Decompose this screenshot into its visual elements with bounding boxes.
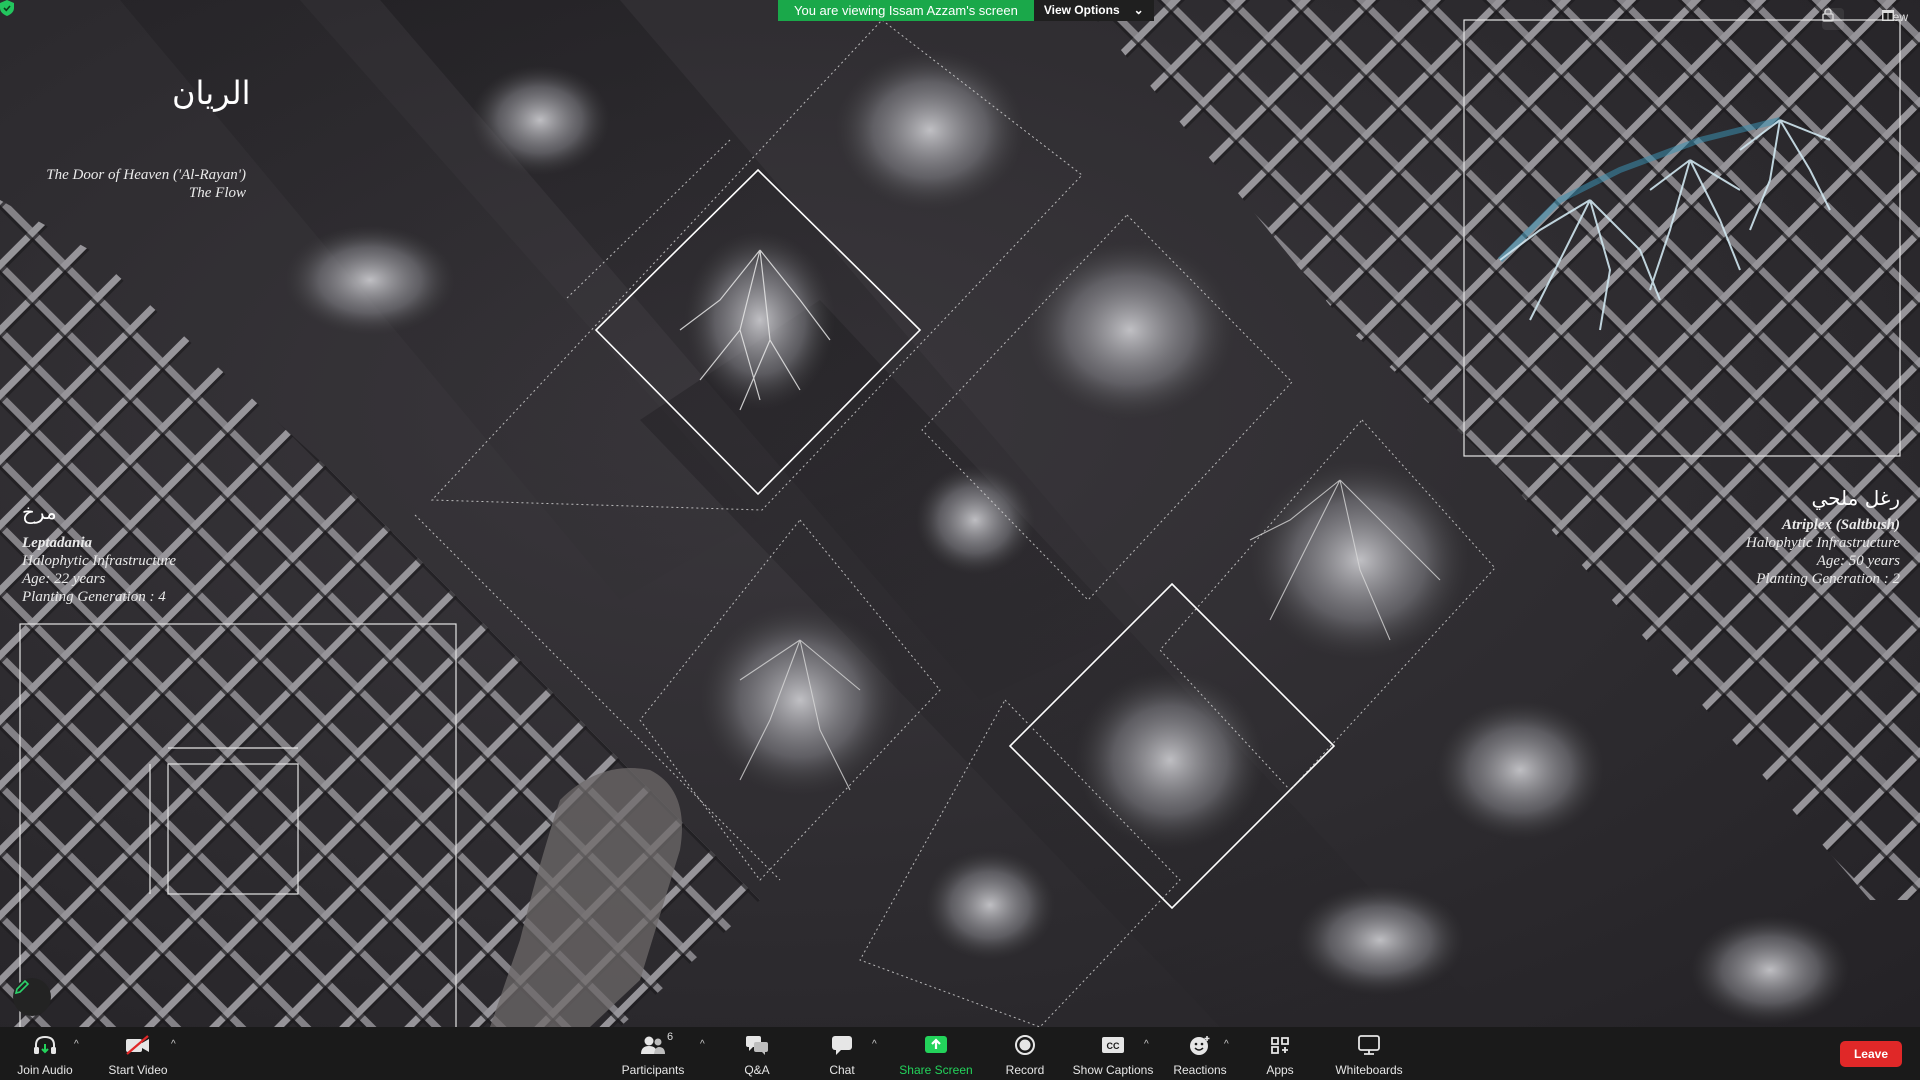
right-plant-name-arabic: رغل ملحي [1811,486,1900,510]
right-plant-age: Age: 50 years [1816,553,1900,569]
participants-count: 6 [667,1031,674,1043]
reactions-options-caret[interactable]: ^ [1224,1039,1229,1050]
share-banner: You are viewing Issam Azzam's screen Vie… [778,0,1154,21]
left-plant-name: Leptadania [22,535,92,551]
whiteboards-button[interactable]: Whiteboards [1324,1033,1414,1077]
apps-label: Apps [1266,1063,1294,1077]
share-screen-button[interactable]: Share Screen [891,1033,981,1077]
start-video-label: Start Video [108,1063,168,1077]
participants-options-caret[interactable]: ^ [700,1039,705,1050]
left-plant-type: Halophytic Infrastructure [22,553,177,569]
chat-icon [832,1036,852,1055]
participants-icon [641,1036,665,1054]
chat-label: Chat [829,1063,855,1077]
subtitle-line-1: The Door of Heaven ('Al-Rayan') [46,167,246,183]
reactions-icon [1190,1036,1210,1055]
viewing-screen-label: You are viewing Issam Azzam's screen [778,0,1034,21]
svg-text:CC: CC [1107,1041,1120,1051]
subtitle-line-2: The Flow [188,185,246,201]
apps-icon [1271,1037,1289,1054]
chevron-down-icon: ⌄ [1133,3,1144,17]
left-plant-name-arabic: مرخ [22,500,57,524]
shield-icon[interactable] [0,0,14,16]
slide-artwork [0,0,1920,1027]
view-button[interactable]: View [1882,10,1908,24]
qa-button[interactable]: Q&A [712,1033,802,1077]
left-plant-generation: Planting Generation : 4 [22,589,166,605]
slide-subtitle: The Door of Heaven ('Al-Rayan') The Flow [44,166,246,202]
right-plant-type: Halophytic Infrastructure [1745,535,1900,551]
left-plant-age: Age: 22 years [22,571,106,587]
pencil-icon [14,979,30,995]
qa-icon [746,1036,768,1055]
video-off-icon [126,1035,149,1055]
start-video-button[interactable]: Start Video [93,1033,183,1077]
video-options-caret[interactable]: ^ [171,1039,176,1050]
record-button[interactable]: Record [980,1033,1070,1077]
leave-button[interactable]: Leave [1839,1041,1902,1067]
view-options-label: View Options [1043,3,1120,17]
meeting-toolbar: Join Audio ^ Start Video ^ 6 Participant… [0,1027,1920,1080]
participants-button[interactable]: 6 Participants [608,1031,698,1077]
show-captions-label: Show Captions [1072,1063,1154,1077]
whiteboards-label: Whiteboards [1335,1063,1403,1077]
captions-options-caret[interactable]: ^ [1144,1039,1149,1050]
record-label: Record [1005,1063,1045,1077]
view-options-button[interactable]: View Options ⌄ [1033,0,1154,21]
record-icon [1015,1035,1035,1055]
headphones-icon [34,1035,56,1054]
join-audio-label: Join Audio [17,1063,73,1077]
right-plant-name: Atriplex (Saltbush) [1782,517,1900,533]
right-plant-generation: Planting Generation : 2 [1756,571,1900,587]
captions-icon: CC [1102,1037,1124,1053]
share-screen-icon [925,1036,947,1053]
annotate-button[interactable] [13,978,51,1016]
right-plant-details: Atriplex (Saltbush) Halophytic Infrastru… [1746,516,1900,588]
apps-button[interactable]: Apps [1235,1033,1325,1077]
lock-button[interactable] [1822,8,1844,30]
lock-icon [1822,8,1834,22]
chat-options-caret[interactable]: ^ [872,1039,877,1050]
shared-screen: الريان The Door of Heaven ('Al-Rayan') T… [0,0,1920,1027]
slide-title-arabic: الريان [172,74,251,112]
reactions-label: Reactions [1173,1063,1227,1077]
whiteboard-icon [1358,1035,1380,1055]
qa-label: Q&A [744,1063,770,1077]
audio-options-caret[interactable]: ^ [74,1039,79,1050]
participants-label: Participants [621,1063,685,1077]
grid-view-icon [1882,10,1895,21]
left-plant-details: Leptadania Halophytic Infrastructure Age… [22,534,176,606]
reactions-button[interactable]: Reactions [1155,1033,1245,1077]
share-screen-label: Share Screen [899,1063,973,1077]
